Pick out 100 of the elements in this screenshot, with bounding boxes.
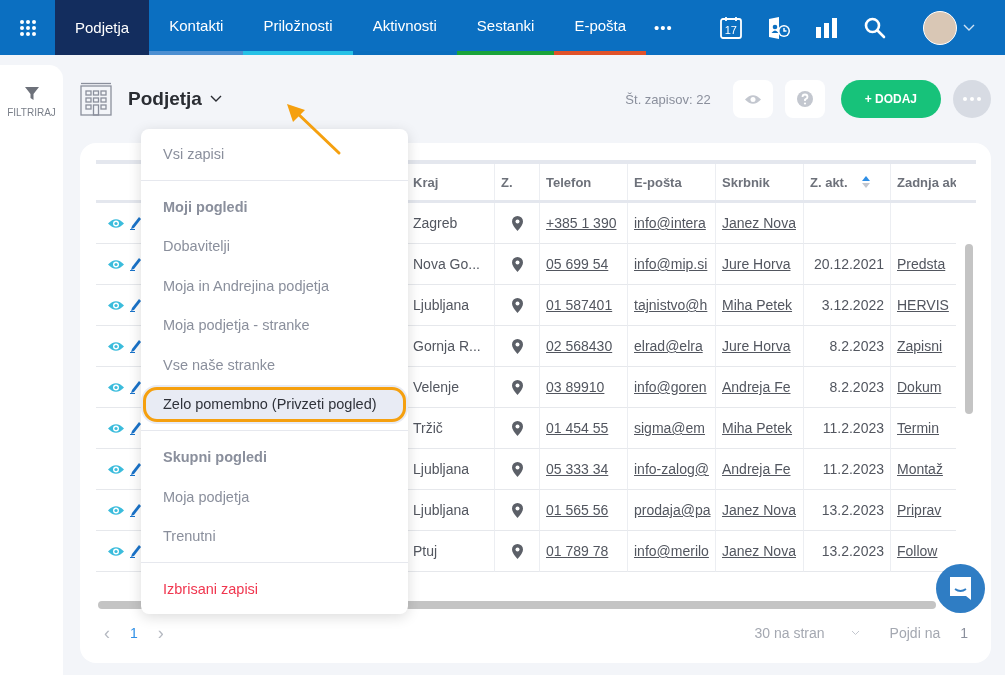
table-link[interactable]: Janez Nova	[722, 543, 796, 559]
table-link[interactable]: Andreja Fe	[722, 461, 791, 477]
table-link[interactable]: 01 565 56	[546, 502, 609, 518]
table-link[interactable]: sigma@em	[634, 420, 705, 436]
table-cell: Gornja R...	[413, 338, 481, 354]
table-link[interactable]: info@merilo	[634, 543, 709, 559]
pencil-icon[interactable]	[130, 257, 142, 271]
table-link[interactable]: 05 333 34	[546, 461, 609, 477]
vertical-scrollbar[interactable]	[965, 244, 973, 414]
pencil-icon[interactable]	[130, 339, 142, 353]
table-link[interactable]: Follow	[897, 543, 938, 559]
eye-icon	[744, 93, 761, 105]
map-pin-icon[interactable]	[511, 420, 523, 436]
bar-chart-icon[interactable]	[815, 17, 838, 38]
column-header[interactable]: Kraj	[413, 174, 439, 190]
table-link[interactable]: Miha Petek	[722, 297, 793, 313]
filter-icon[interactable]	[24, 87, 39, 101]
table-link[interactable]: 01 587401	[546, 297, 613, 313]
filter-label[interactable]: FILTRIRAJ	[7, 107, 56, 118]
table-cell: Nova Go...	[413, 256, 480, 272]
building-icon	[80, 82, 112, 116]
table-link[interactable]: Janez Nova	[722, 215, 796, 231]
pencil-icon[interactable]	[130, 544, 142, 558]
table-link[interactable]: Janez Nova	[722, 502, 796, 518]
table-cell: Ptuj	[413, 543, 438, 559]
search-icon[interactable]	[863, 16, 886, 39]
view-title[interactable]: Podjetja	[128, 88, 202, 110]
map-pin-icon[interactable]	[511, 461, 523, 477]
table-link[interactable]: prodaja@pa	[634, 502, 711, 518]
table-link[interactable]: info@intera	[634, 215, 706, 231]
table-link[interactable]: Montaž	[897, 461, 943, 477]
map-pin-icon[interactable]	[511, 379, 523, 395]
table-link[interactable]: Predsta	[897, 256, 946, 272]
avatar[interactable]	[922, 10, 957, 45]
menu-item[interactable]: Izbrisani zapisi	[141, 569, 408, 609]
table-link[interactable]: 01 789 78	[546, 543, 609, 559]
menu-section-heading: Skupni pogledi	[162, 448, 268, 467]
column-header[interactable]: Z.	[501, 174, 513, 190]
column-header[interactable]: Zadnja ak	[897, 174, 956, 190]
column-header[interactable]: Z. akt.	[810, 174, 848, 190]
nav-tab[interactable]: Priložnosti	[243, 0, 353, 55]
table-link[interactable]: Andreja Fe	[722, 379, 791, 395]
map-pin-icon[interactable]	[511, 502, 523, 518]
table-cell: 8.2.2023	[829, 338, 884, 354]
map-pin-icon[interactable]	[511, 297, 523, 313]
column-header[interactable]: Skrbnik	[722, 174, 770, 190]
table-link[interactable]: +385 1 390	[546, 215, 617, 231]
help-icon	[796, 91, 813, 107]
table-link[interactable]: 05 699 54	[546, 256, 609, 272]
table-link[interactable]: info@goren	[634, 379, 707, 395]
nav-tab[interactable]: Aktivnosti	[352, 0, 457, 55]
nav-tab[interactable]: Sestanki	[456, 0, 555, 55]
table-cell: Tržič	[413, 420, 443, 436]
dots-icon	[963, 97, 981, 101]
table-link[interactable]: Dokum	[897, 379, 942, 395]
more-tabs[interactable]: •••	[646, 0, 685, 55]
table-link[interactable]: HERVIS	[897, 297, 949, 313]
pencil-icon[interactable]	[130, 503, 142, 517]
table-cell: 3.12.2022	[821, 297, 884, 313]
table-cell: Velenje	[413, 379, 459, 395]
table-link[interactable]: info@mip.si	[634, 256, 708, 272]
table-link[interactable]: Zapisni	[897, 338, 943, 354]
table-link[interactable]: 02 568430	[546, 338, 613, 354]
table-link[interactable]: 03 89910	[546, 379, 605, 395]
apps-grid-icon[interactable]	[18, 18, 37, 37]
menu-section-heading: Moji pogledi	[162, 197, 249, 217]
table-link[interactable]: Jure Horva	[722, 338, 791, 354]
chevron-down-icon[interactable]	[209, 95, 222, 103]
map-pin-icon[interactable]	[511, 338, 523, 354]
calendar-icon[interactable]: 17	[718, 15, 743, 40]
pencil-icon[interactable]	[130, 462, 142, 476]
chat-icon[interactable]	[936, 564, 985, 613]
table-link[interactable]: 01 454 55	[546, 420, 609, 436]
table-cell: Zagreb	[413, 215, 458, 231]
pencil-icon[interactable]	[130, 216, 142, 230]
table-link[interactable]: Jure Horva	[722, 256, 791, 272]
table-cell: 13.2.2023	[821, 502, 884, 518]
table-link[interactable]: info-zalog@	[634, 461, 709, 477]
pencil-icon[interactable]	[130, 380, 142, 394]
nav-tab[interactable]: Kontakti	[149, 0, 244, 55]
table-cell: Ljubljana	[413, 461, 470, 477]
table-link[interactable]: Termin	[897, 420, 939, 436]
sort-icon[interactable]	[861, 176, 870, 188]
column-header[interactable]: E-pošta	[634, 174, 682, 190]
map-pin-icon[interactable]	[511, 256, 523, 272]
table-link[interactable]: elrad@elra	[634, 338, 703, 354]
pencil-icon[interactable]	[130, 298, 142, 312]
table-link[interactable]: Miha Petek	[722, 420, 793, 436]
pencil-icon[interactable]	[130, 421, 142, 435]
column-header[interactable]: Telefon	[546, 174, 592, 190]
go-to-label: Pojdi na	[889, 625, 941, 641]
table-cell: Ljubljana	[413, 502, 470, 518]
nav-tab[interactable]: Podjetja	[55, 0, 150, 55]
table-cell: 11.2.2023	[822, 461, 884, 477]
nav-tab[interactable]: E-pošta	[554, 0, 647, 55]
map-pin-icon[interactable]	[511, 543, 523, 559]
map-pin-icon[interactable]	[511, 215, 523, 231]
menu-item[interactable]: Zelo pomembno (Privzeti pogled)	[141, 384, 408, 424]
table-link[interactable]: tajnistvo@h	[634, 297, 708, 313]
table-link[interactable]: Priprav	[897, 502, 942, 518]
